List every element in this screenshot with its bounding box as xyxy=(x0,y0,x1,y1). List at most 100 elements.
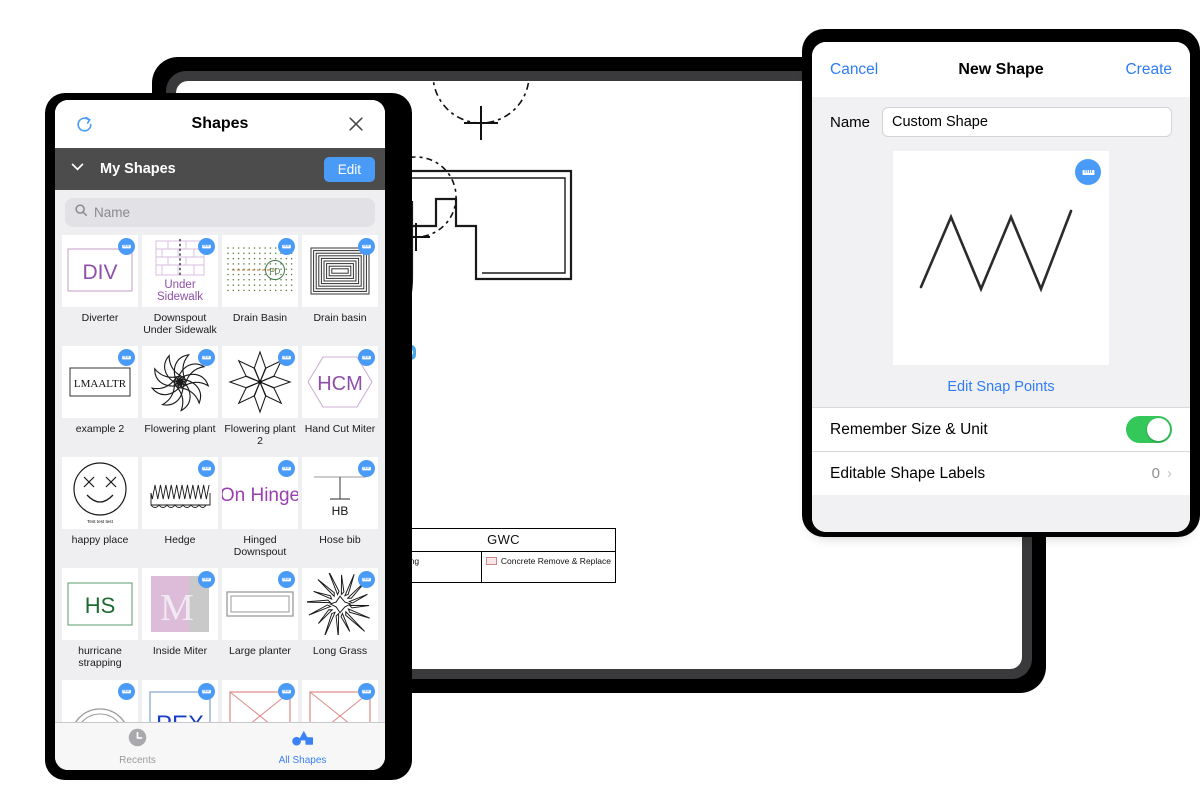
shape-thumbnail[interactable]: On Hinge xyxy=(222,457,298,530)
shape-thumbnail[interactable] xyxy=(222,679,298,722)
shape-grid-item[interactable]: HB Hose bib xyxy=(302,457,378,564)
edit-snap-points-link[interactable]: Edit Snap Points xyxy=(947,365,1054,407)
row-value: 0 xyxy=(1151,465,1160,482)
shape-thumbnail[interactable]: Test test test xyxy=(62,457,138,530)
shape-item-label: Hedge xyxy=(164,534,196,547)
dialog-titlebar: Cancel New Shape Create xyxy=(812,42,1190,97)
shape-grid-item[interactable]: Test test test happy place xyxy=(62,457,138,564)
svg-text:HS: HS xyxy=(85,593,116,618)
shape-item-label: Hand Cut Miter xyxy=(304,423,376,436)
shape-grid-item[interactable]: DIV Diverter xyxy=(62,235,138,342)
shape-preview[interactable] xyxy=(893,151,1109,365)
shape-grid-item[interactable]: On Hinge Hinged Downspout xyxy=(222,457,298,564)
edit-button[interactable]: Edit xyxy=(323,156,375,182)
legend-item-label: Concrete Remove & Replace xyxy=(500,556,611,566)
chevron-right-icon: › xyxy=(1167,465,1172,482)
tab-label: All Shapes xyxy=(278,754,327,766)
shapes-icon xyxy=(291,728,315,753)
search-field[interactable] xyxy=(65,198,375,227)
preview-container: Edit Snap Points xyxy=(812,143,1190,407)
shape-grid-item[interactable]: Long Grass xyxy=(302,568,378,675)
shape-grid-item[interactable]: M Inside Miter xyxy=(142,568,218,675)
shape-thumbnail[interactable] xyxy=(62,679,138,722)
shape-thumbnail[interactable] xyxy=(302,235,378,307)
shape-thumbnail[interactable]: DIV xyxy=(62,235,138,307)
search-input[interactable] xyxy=(94,205,366,220)
ruler-icon xyxy=(118,682,135,700)
svg-text:HCM: HCM xyxy=(317,373,363,395)
tab-all-shapes[interactable]: All Shapes xyxy=(220,723,385,770)
ruler-icon xyxy=(198,682,215,700)
shape-thumbnail[interactable] xyxy=(142,457,218,530)
shape-thumbnail[interactable] xyxy=(302,679,378,722)
svg-text:DIV: DIV xyxy=(82,261,117,284)
shape-thumbnail[interactable] xyxy=(222,346,298,419)
shape-item-label: example 2 xyxy=(75,423,125,436)
svg-text:LMAALTR: LMAALTR xyxy=(74,378,127,390)
create-button[interactable]: Create xyxy=(1125,61,1172,79)
ruler-icon xyxy=(278,238,295,255)
shape-thumbnail[interactable]: FD xyxy=(222,235,298,307)
shape-thumbnail[interactable]: PEX xyxy=(142,679,218,722)
shape-grid-item[interactable]: HS hurricane strapping xyxy=(62,568,138,675)
legend-item: Concrete Remove & Replace xyxy=(485,555,611,567)
shape-item-label: Hose bib xyxy=(319,534,361,547)
shape-grid-item[interactable] xyxy=(302,679,378,722)
shape-grid-item[interactable]: Large planter xyxy=(222,568,298,675)
shapes-titlebar: Shapes xyxy=(55,100,385,148)
dialog-body: Name Custom Shape Edit Snap Points Remem… xyxy=(812,97,1190,532)
ruler-icon xyxy=(118,238,135,255)
shape-thumbnail[interactable]: HS xyxy=(62,568,138,641)
row-label: Remember Size & Unit xyxy=(830,420,988,438)
tab-recents[interactable]: Recents xyxy=(55,723,220,770)
shape-item-label: Downspout Under Sidewalk xyxy=(143,312,217,337)
section-label: My Shapes xyxy=(100,161,176,177)
remember-size-unit-row[interactable]: Remember Size & Unit xyxy=(812,407,1190,451)
ruler-icon xyxy=(358,460,375,478)
ruler-icon xyxy=(358,238,375,255)
shape-grid-item[interactable]: Drain basin xyxy=(302,235,378,342)
shape-thumbnail[interactable]: Under Sidewalk xyxy=(142,235,218,307)
shape-grid-item[interactable]: Flowering plant xyxy=(142,346,218,453)
svg-text:Sidewalk: Sidewalk xyxy=(157,291,203,303)
shape-thumbnail[interactable]: LMAALTR xyxy=(62,346,138,419)
svg-text:HB: HB xyxy=(332,504,349,518)
cancel-button[interactable]: Cancel xyxy=(830,61,878,79)
shape-grid-item[interactable]: Hedge xyxy=(142,457,218,564)
shape-grid-item[interactable]: PEX xyxy=(142,679,218,722)
search-icon xyxy=(74,203,88,222)
shape-thumbnail[interactable] xyxy=(222,568,298,641)
ruler-icon xyxy=(198,349,215,367)
row-label: Editable Shape Labels xyxy=(830,464,986,482)
ruler-icon xyxy=(1075,159,1101,185)
shape-thumbnail[interactable]: HB xyxy=(302,457,378,530)
remember-size-unit-toggle[interactable] xyxy=(1126,416,1172,443)
svg-text:M: M xyxy=(160,587,194,629)
shape-thumbnail[interactable] xyxy=(302,568,378,641)
shape-grid-item[interactable]: FD Drain Basin xyxy=(222,235,298,342)
shape-thumbnail[interactable]: HCM xyxy=(302,346,378,419)
shape-thumbnail[interactable] xyxy=(142,346,218,419)
shape-grid-item[interactable]: LMAALTR example 2 xyxy=(62,346,138,453)
shape-grid-item[interactable] xyxy=(222,679,298,722)
chevron-down-icon[interactable] xyxy=(69,158,86,180)
close-icon[interactable] xyxy=(343,111,369,137)
shape-grid-item[interactable]: Under Sidewalk Downspout Under Sidewalk xyxy=(142,235,218,342)
shape-grid-item[interactable] xyxy=(62,679,138,722)
page-title: Shapes xyxy=(191,115,249,132)
search-bar-container xyxy=(55,190,385,235)
shape-thumbnail[interactable]: M xyxy=(142,568,218,641)
shape-item-label: Flowering plant 2 xyxy=(224,423,296,448)
shape-name-input[interactable] xyxy=(882,107,1172,137)
shapes-panel: Shapes My Shapes Edit DIV Diverter UnderSi… xyxy=(55,100,385,770)
my-shapes-section-header[interactable]: My Shapes Edit xyxy=(55,148,385,190)
refresh-icon[interactable] xyxy=(71,111,97,137)
editable-shape-labels-row[interactable]: Editable Shape Labels 0 › xyxy=(812,451,1190,495)
ruler-icon xyxy=(278,571,295,589)
svg-text:Under: Under xyxy=(164,279,195,291)
shapes-grid: DIV Diverter Under Sidewalk Downspout Under … xyxy=(55,235,385,722)
shape-grid-item[interactable]: Flowering plant 2 xyxy=(222,346,298,453)
new-shape-dialog: Cancel New Shape Create Name Custom Shap… xyxy=(812,42,1190,532)
shape-grid-item[interactable]: HCM Hand Cut Miter xyxy=(302,346,378,453)
legend-swatch xyxy=(485,557,497,565)
